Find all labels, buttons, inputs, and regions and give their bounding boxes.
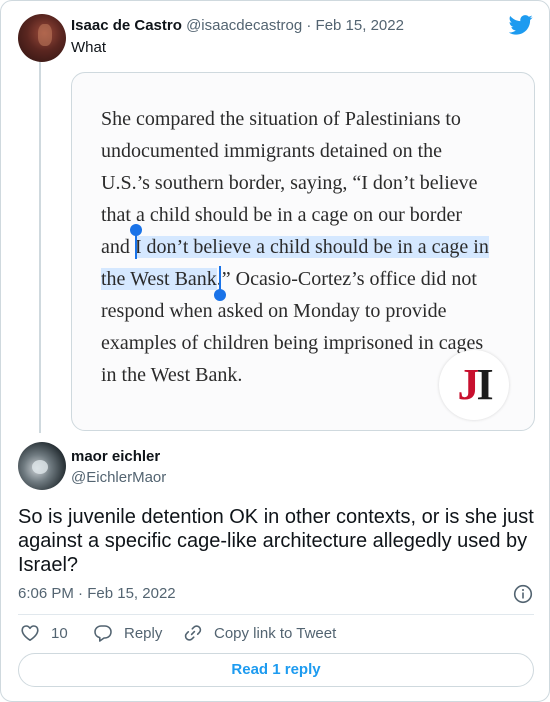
- article-text: and: [101, 236, 135, 258]
- tweet-thread-card: Isaac de Castro @isaacdecastrog · Feb 15…: [0, 0, 550, 702]
- selected-text-highlight: I don’t believe a child should be in a c…: [134, 236, 489, 258]
- tweet-time: 6:06 PM: [18, 585, 74, 602]
- selected-text-highlight: the West Bank: [101, 268, 217, 290]
- article-line: that a child should be in a cage on our …: [101, 204, 462, 226]
- author-name[interactable]: maor eichler: [71, 448, 160, 465]
- quoted-article-image[interactable]: She compared the situation of Palestinia…: [71, 72, 535, 431]
- tweet-text: What: [71, 39, 107, 56]
- article-line: U.S.’s southern border, saying, “I don’t…: [101, 172, 478, 194]
- twitter-bird-icon[interactable]: [509, 15, 533, 35]
- heart-icon: [21, 625, 39, 641]
- like-count: 10: [51, 624, 68, 642]
- author-handle[interactable]: @isaacdecastrog: [186, 17, 302, 34]
- avatar[interactable]: [18, 14, 66, 62]
- selection-end-handle: [214, 289, 226, 301]
- divider: [18, 614, 534, 615]
- article-line: undocumented immigrants detained on the: [101, 140, 443, 162]
- article-line: respond when asked on Monday to provide: [101, 300, 447, 322]
- like-button[interactable]: 10: [20, 623, 68, 643]
- tweet-header: Isaac de Castro @isaacdecastrog · Feb 15…: [71, 17, 404, 34]
- link-icon: [184, 625, 202, 641]
- copy-link-label: Copy link to Tweet: [214, 624, 337, 642]
- article-line: the West Bank.” Ocasio-Cortez’s office d…: [101, 267, 477, 291]
- article-line: She compared the situation of Palestinia…: [101, 108, 461, 130]
- selection-start-caret: [135, 235, 137, 259]
- info-icon[interactable]: [513, 584, 533, 604]
- tweet-timestamp[interactable]: 6:06 PM · Feb 15, 2022: [18, 585, 176, 602]
- reply-label: Reply: [124, 624, 163, 642]
- reply-bubble-icon: [94, 625, 112, 642]
- reply-button[interactable]: Reply: [93, 623, 162, 643]
- article-line: in the West Bank.: [101, 364, 243, 386]
- avatar[interactable]: [18, 442, 66, 490]
- article-line: and I don’t believe a child should be in…: [101, 235, 489, 259]
- selection-end-caret: [219, 266, 221, 290]
- ji-logo: JI: [439, 350, 509, 420]
- tweet-text: So is juvenile detention OK in other con…: [18, 506, 534, 576]
- copy-link-button[interactable]: Copy link to Tweet: [183, 623, 336, 643]
- author-handle[interactable]: @EichlerMaor: [71, 469, 166, 486]
- read-replies-button[interactable]: Read 1 reply: [18, 653, 534, 687]
- tweet-date: Feb 15, 2022: [87, 585, 176, 602]
- author-name[interactable]: Isaac de Castro: [71, 17, 182, 34]
- separator-dot: ·: [306, 17, 312, 34]
- tweet-date[interactable]: Feb 15, 2022: [316, 17, 404, 34]
- article-text: .” Ocasio-Cortez’s office did not: [216, 268, 477, 290]
- separator-dot: ·: [78, 585, 84, 602]
- article-line: examples of children being imprisoned in…: [101, 332, 484, 354]
- thread-connector-line: [39, 61, 41, 433]
